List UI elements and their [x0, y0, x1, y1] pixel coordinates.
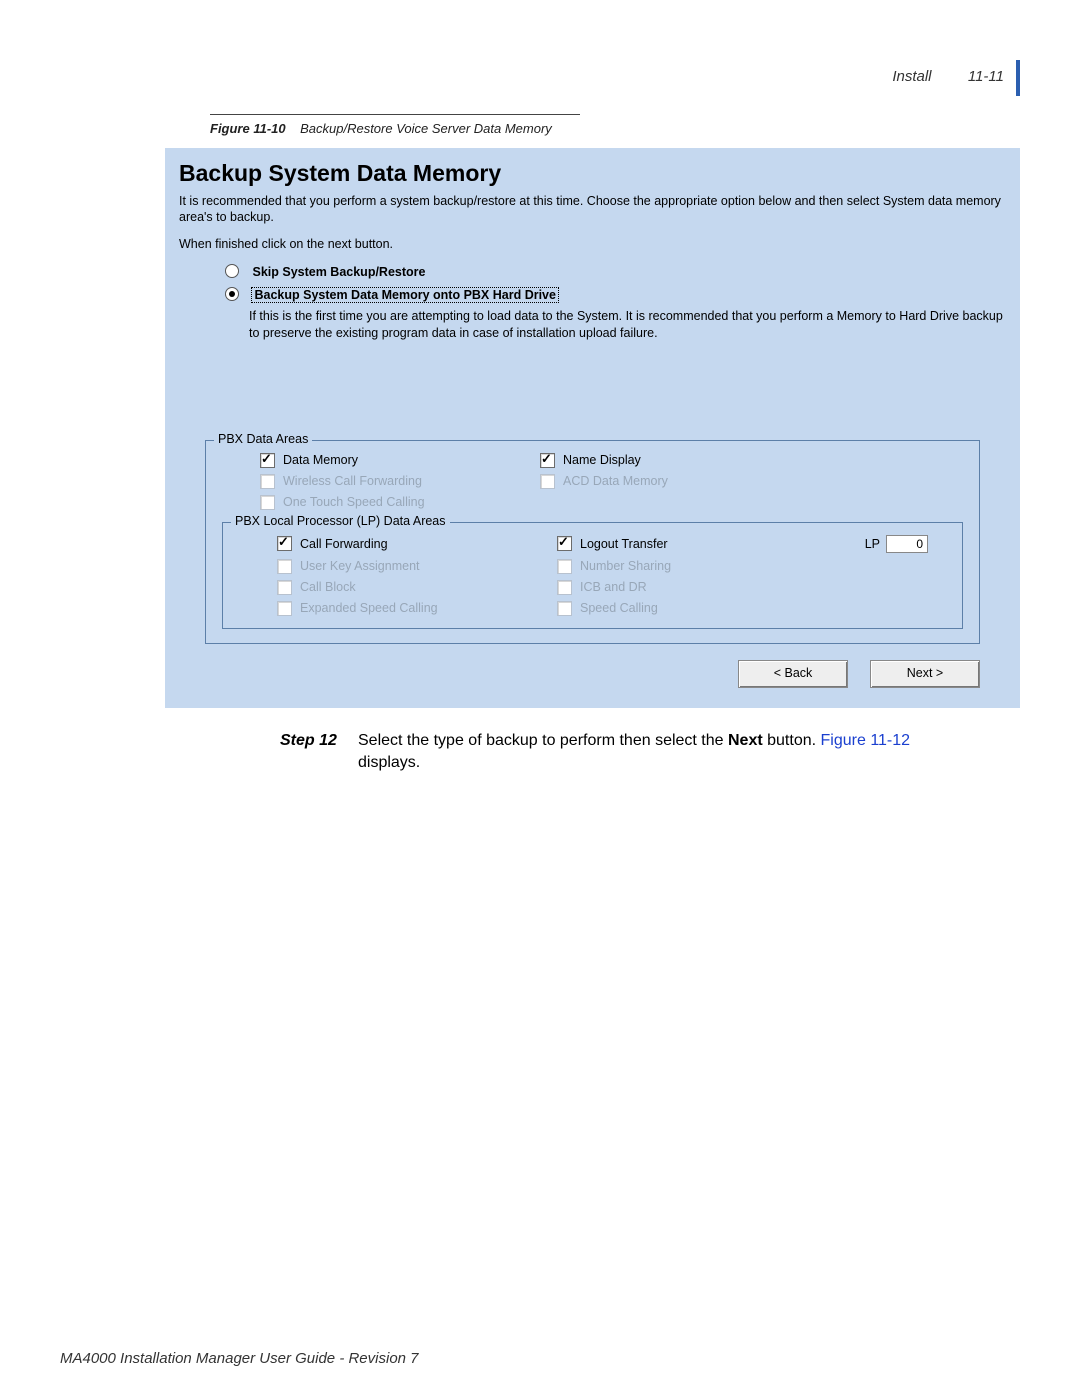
step-body: Select the type of backup to perform the…	[358, 730, 960, 775]
checkbox-label: Data Memory	[283, 453, 358, 467]
checkbox-expanded-speed-calling: Expanded Speed Calling	[277, 601, 519, 616]
header-text: Install 11-11	[892, 68, 1004, 85]
dialog-hint: When finished click on the next button.	[179, 236, 1006, 252]
header-section: Install	[892, 68, 931, 85]
checkbox-label: ICB and DR	[580, 580, 647, 594]
checkbox-icon	[540, 453, 555, 468]
checkbox-number-sharing: Number Sharing	[557, 559, 799, 574]
checkbox-label: Expanded Speed Calling	[300, 601, 438, 615]
dialog-intro: It is recommended that you perform a sys…	[179, 193, 1006, 226]
checkbox-icon	[260, 474, 275, 489]
checkbox-call-block: Call Block	[277, 580, 519, 595]
radio-skip-backup[interactable]: Skip System Backup/Restore	[225, 262, 1006, 279]
checkbox-icon	[277, 601, 292, 616]
checkbox-icon	[557, 601, 572, 616]
checkbox-user-key-assignment: User Key Assignment	[277, 559, 519, 574]
checkbox-icon	[540, 474, 555, 489]
radio-backup-label: Backup System Data Memory onto PBX Hard …	[252, 288, 557, 302]
checkbox-label: ACD Data Memory	[563, 474, 668, 488]
checkbox-icon	[277, 580, 292, 595]
fieldset-pbx-data-areas: PBX Data Areas Data Memory Name Display …	[205, 440, 980, 644]
lp-field: LP 0	[865, 535, 928, 553]
checkbox-icon	[260, 495, 275, 510]
radio-icon	[225, 264, 239, 278]
radio-icon-selected	[225, 287, 239, 301]
checkbox-label: Logout Transfer	[580, 537, 668, 551]
radio-backup-to-hdd[interactable]: Backup System Data Memory onto PBX Hard …	[225, 285, 1006, 302]
figure-title: Backup/Restore Voice Server Data Memory	[300, 121, 552, 136]
checkbox-label: Call Block	[300, 580, 356, 594]
checkbox-label: User Key Assignment	[300, 559, 420, 573]
checkbox-speed-calling: Speed Calling	[557, 601, 799, 616]
figure-link[interactable]: Figure 11-12	[821, 732, 911, 749]
checkbox-logout-transfer[interactable]: Logout Transfer	[557, 535, 799, 553]
radio-backup-description: If this is the first time you are attemp…	[249, 308, 1006, 342]
checkbox-one-touch-speed-calling: One Touch Speed Calling	[260, 495, 502, 510]
step-12: Step 12 Select the type of backup to per…	[280, 730, 960, 775]
checkbox-icon	[557, 559, 572, 574]
checkbox-call-forwarding[interactable]: Call Forwarding	[277, 535, 519, 553]
checkbox-label: Call Forwarding	[300, 537, 388, 551]
checkbox-label: Wireless Call Forwarding	[283, 474, 422, 488]
next-button[interactable]: Next >	[870, 660, 980, 688]
back-button[interactable]: < Back	[738, 660, 848, 688]
figure-label: Figure 11-10	[210, 121, 286, 136]
checkbox-icb-and-dr: ICB and DR	[557, 580, 799, 595]
checkbox-icon	[557, 536, 572, 551]
checkbox-wireless-call-forwarding: Wireless Call Forwarding	[260, 474, 502, 489]
checkbox-acd-data-memory: ACD Data Memory	[540, 474, 782, 489]
lp-input[interactable]: 0	[886, 535, 928, 553]
checkbox-label: Number Sharing	[580, 559, 671, 573]
button-row: < Back Next >	[179, 660, 980, 688]
step-text-1: Select the type of backup to perform the…	[358, 732, 728, 749]
caption-rule	[210, 114, 580, 115]
checkbox-name-display[interactable]: Name Display	[540, 453, 782, 468]
dialog-backup-system-data-memory: Backup System Data Memory It is recommen…	[165, 148, 1020, 708]
checkbox-icon	[277, 559, 292, 574]
checkbox-label: One Touch Speed Calling	[283, 495, 425, 509]
step-label: Step 12	[280, 730, 350, 775]
page-footer: MA4000 Installation Manager User Guide -…	[60, 1350, 419, 1367]
step-text-2: button.	[763, 732, 821, 749]
lp-label: LP	[865, 537, 880, 551]
radio-skip-label: Skip System Backup/Restore	[252, 265, 425, 279]
fieldset-lp-legend: PBX Local Processor (LP) Data Areas	[231, 514, 450, 528]
page-header: Install 11-11	[60, 60, 1020, 100]
step-bold: Next	[728, 732, 763, 749]
checkbox-label: Name Display	[563, 453, 641, 467]
fieldset-pbx-lp-data-areas: PBX Local Processor (LP) Data Areas Call…	[222, 522, 963, 629]
checkbox-icon	[277, 536, 292, 551]
header-accent-bar	[1016, 60, 1020, 96]
checkbox-icon	[260, 453, 275, 468]
fieldset-pbx-legend: PBX Data Areas	[214, 432, 312, 446]
checkbox-icon	[557, 580, 572, 595]
step-text-3: displays.	[358, 754, 420, 771]
figure-caption: Figure 11-10 Backup/Restore Voice Server…	[210, 121, 1020, 136]
header-page: 11-11	[968, 68, 1004, 85]
checkbox-data-memory[interactable]: Data Memory	[260, 453, 502, 468]
checkbox-label: Speed Calling	[580, 601, 658, 615]
dialog-title: Backup System Data Memory	[179, 160, 1006, 187]
